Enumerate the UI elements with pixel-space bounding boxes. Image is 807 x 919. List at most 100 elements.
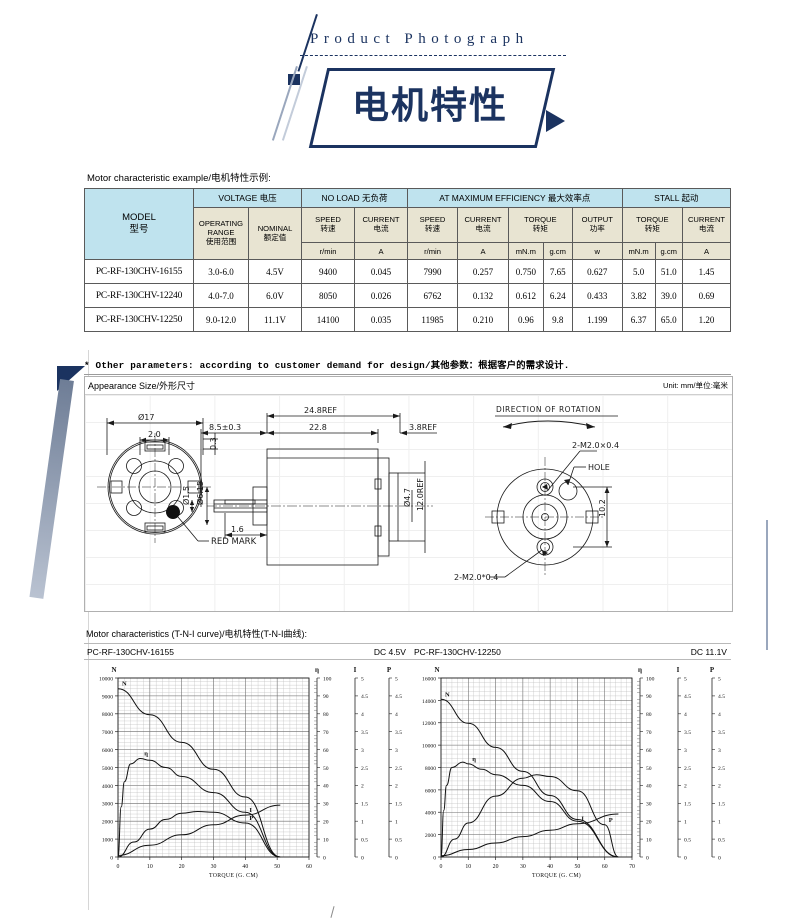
subheader-operating-range: OPERATING RANGE 使用范围	[193, 207, 249, 260]
subheader-text-cn: 电流	[698, 224, 715, 233]
table-row: PC-RF-130CHV-12240 4.0-7.0 6.0V 8050 0.0…	[84, 283, 731, 308]
svg-text:60: 60	[646, 748, 652, 754]
appearance-header-row: Appearance Size/外形尺寸 Unit: mm/单位:毫米	[85, 377, 732, 395]
curve-P	[117, 810, 281, 858]
spec-table-caption: Motor characteristic example/电机特性示例:	[87, 173, 271, 184]
svg-text:10000: 10000	[99, 676, 113, 682]
cell-operating-range: 3.0-6.0	[193, 259, 249, 284]
subheader-text-cn: 转速	[320, 224, 336, 233]
svg-text:N: N	[434, 666, 439, 674]
curve-label-η: η	[472, 756, 476, 763]
svg-text:20: 20	[646, 820, 652, 826]
svg-text:70: 70	[646, 730, 652, 736]
svg-text:4.5: 4.5	[395, 694, 402, 700]
model-header-en: MODEL	[122, 211, 156, 223]
subheader-text: OPERATING	[198, 219, 244, 229]
cell-noload-speed: 14100	[301, 307, 355, 332]
svg-text:1.5: 1.5	[361, 802, 368, 808]
svg-text:9000: 9000	[102, 694, 113, 700]
svg-text:2.5: 2.5	[361, 766, 368, 772]
hole-label: HOLE	[588, 463, 610, 472]
cell-eff-speed: 11985	[407, 307, 458, 332]
subheader-text2: RANGE	[207, 228, 235, 238]
decor-bottom-tick	[330, 906, 335, 918]
subheader-eff-current: CURRENT 电流	[457, 207, 509, 243]
svg-text:100: 100	[646, 676, 655, 682]
svg-text:90: 90	[646, 694, 652, 700]
appearance-size-block: Appearance Size/外形尺寸 Unit: mm/单位:毫米 Ø17	[84, 376, 733, 612]
svg-text:40: 40	[646, 784, 652, 790]
cell-stall-torque-gcm: 39.0	[654, 283, 683, 308]
cell-output: 0.627	[571, 259, 623, 284]
unit-eff-current: A	[457, 242, 509, 260]
cell-eff-torque-mnm: 0.750	[508, 259, 544, 284]
svg-text:4000: 4000	[102, 784, 113, 790]
subheader-text: CURRENT	[464, 215, 502, 225]
svg-text:10: 10	[147, 864, 153, 870]
svg-text:P: P	[710, 666, 715, 674]
svg-text:2.5: 2.5	[395, 766, 402, 772]
subheader-text-cn: 功率	[589, 224, 605, 233]
subheader-text: CURRENT	[362, 215, 400, 225]
chart-left: 0 1000 2000 3000 4000 5000 6000 7000 8000 9000 100…	[84, 660, 407, 896]
cell-noload-current: 0.035	[354, 307, 408, 332]
svg-text:4: 4	[684, 712, 687, 718]
subheader-text-cn: 额定值	[263, 232, 287, 242]
dim-24-8-ref: 24.8REF	[304, 406, 337, 415]
cell-operating-range: 4.0-7.0	[193, 283, 249, 308]
svg-text:TORQUE (G. CM): TORQUE (G. CM)	[532, 872, 581, 879]
svg-text:6000: 6000	[425, 788, 436, 794]
subheader-text: OUTPUT	[581, 215, 613, 225]
svg-text:0.5: 0.5	[361, 837, 368, 843]
svg-text:1: 1	[684, 820, 687, 826]
cell-eff-torque-gcm: 6.24	[542, 283, 573, 308]
cell-stall-torque-gcm: 65.0	[654, 307, 683, 332]
svg-text:TORQUE (G. CM): TORQUE (G. CM)	[209, 872, 258, 879]
rotation-direction-label: DIRECTION OF ROTATION	[496, 405, 601, 414]
cell-stall-torque-mnm: 3.82	[621, 283, 656, 308]
chart-right: 0 2000 4000 6000 8000 10000 12000 14000 16000 N 0 1…	[407, 660, 730, 896]
cell-model: PC-RF-130CHV-12250	[84, 307, 194, 332]
subheader-text-cn: 使用范围	[205, 236, 237, 246]
svg-text:4.5: 4.5	[718, 694, 725, 700]
appearance-drawings-svg: Ø17 2.0 0.3 RED MARK 24.8REF 22.8 8.5±0.…	[97, 405, 619, 582]
subheader-noload-current: CURRENT 电流	[354, 207, 408, 243]
right-chart-voltage: DC 11.1V	[690, 646, 727, 657]
svg-text:5: 5	[684, 676, 687, 682]
svg-text:3000: 3000	[102, 802, 113, 808]
dim-1-6: 1.6	[231, 525, 244, 534]
cell-eff-torque-gcm: 9.8	[542, 307, 573, 332]
unit-stall-torque-gcm: g.cm	[654, 242, 683, 260]
cell-eff-torque-mnm: 0.612	[508, 283, 544, 308]
svg-text:14000: 14000	[422, 699, 436, 705]
svg-text:5: 5	[361, 676, 364, 682]
eyebrow-text: Product Photograph	[310, 31, 529, 47]
svg-text:60: 60	[323, 748, 329, 754]
cell-noload-speed: 9400	[301, 259, 355, 284]
svg-text:10: 10	[323, 837, 329, 843]
decor-vertical-rule-right	[766, 520, 768, 650]
subheader-stall-torque: TORQUE 转矩	[621, 207, 684, 243]
spec-table: MODEL 型号 VOLTAGE 电压 NO LOAD 无负荷 AT MAXIM…	[84, 188, 732, 332]
svg-text:2.0: 2.0	[148, 430, 161, 439]
svg-text:1: 1	[718, 820, 721, 826]
unit-eff-torque-gcm: g.cm	[542, 242, 573, 260]
subheader-text: SPEED	[419, 215, 446, 225]
dim-8-5: 8.5±0.3	[209, 423, 241, 432]
cell-stall-torque-gcm: 51.0	[654, 259, 683, 284]
cell-eff-speed: 7990	[407, 259, 458, 284]
curve-I	[117, 804, 281, 856]
svg-text:80: 80	[323, 712, 329, 718]
svg-text:40: 40	[547, 864, 553, 870]
appearance-label: Appearance Size/外形尺寸	[88, 381, 196, 391]
svg-text:30: 30	[323, 802, 329, 808]
subheader-text-cn: 电流	[373, 224, 389, 233]
svg-text:60: 60	[306, 864, 312, 870]
svg-text:3.5: 3.5	[684, 730, 691, 736]
svg-text:20: 20	[493, 864, 499, 870]
svg-text:3: 3	[395, 748, 398, 754]
svg-text:0: 0	[323, 855, 326, 861]
subheader-text: NOMINAL	[257, 223, 293, 233]
model-header-cell: MODEL 型号	[84, 188, 194, 260]
svg-text:60: 60	[602, 864, 608, 870]
